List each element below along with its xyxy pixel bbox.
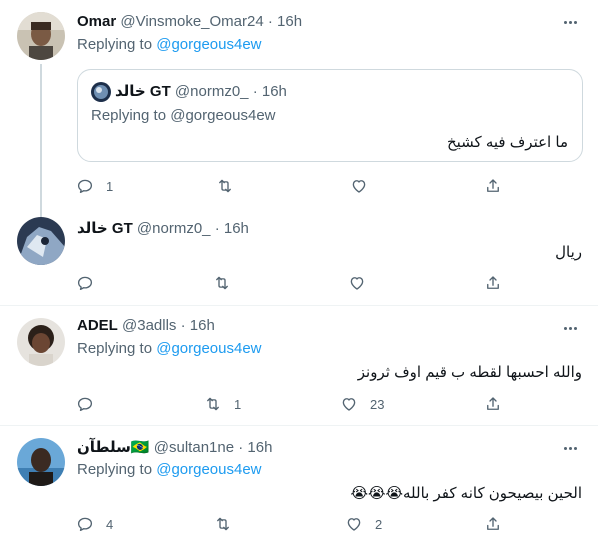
- handle: @normz0_: [174, 83, 249, 100]
- retweet-button[interactable]: [216, 176, 246, 196]
- handle[interactable]: @3adlls: [122, 317, 176, 334]
- reply-count: 4: [106, 516, 114, 532]
- retweet-icon: [216, 276, 228, 290]
- replying-label: Replying to: [77, 36, 153, 53]
- quote-header: خالد GT @normz0_ · 16h: [115, 82, 287, 102]
- timestamp[interactable]: 16h: [190, 317, 215, 334]
- reply-count: 1: [106, 178, 114, 194]
- replying-label: Replying to: [77, 340, 153, 357]
- like-icon: [342, 398, 356, 411]
- tweet-text: الحين بيصيحون كانه كفر بالله😭😭😭: [350, 485, 582, 502]
- dot-separator: ·: [180, 317, 186, 334]
- replying-to: Replying to @gorgeous4ew: [77, 35, 262, 55]
- tweet[interactable]: Omar @Vinsmoke_Omar24 · 16h Replying to …: [0, 0, 598, 219]
- handle[interactable]: @Vinsmoke_Omar24: [120, 13, 263, 30]
- retweet-button[interactable]: [213, 273, 243, 293]
- tweet[interactable]: سلطآن🇧🇷 @sultan1ne · 16h Replying to @go…: [0, 426, 598, 555]
- avatar[interactable]: [17, 318, 65, 366]
- handle[interactable]: @normz0_: [137, 220, 211, 237]
- display-name[interactable]: ADEL: [77, 317, 118, 334]
- reply-button[interactable]: [76, 394, 106, 414]
- like-icon: [352, 180, 366, 193]
- tweet-header: ADEL @3adlls · 16h: [77, 316, 215, 336]
- like-icon: [347, 518, 361, 531]
- tweet-actions: 1: [76, 176, 506, 196]
- replying-label: Replying to: [91, 107, 167, 124]
- quoted-tweet[interactable]: خالد GT @normz0_ · 16h Replying to @gorg…: [77, 69, 583, 162]
- timestamp[interactable]: 16h: [224, 220, 249, 237]
- like-count: 2: [375, 516, 383, 532]
- retweet-icon: [219, 179, 231, 193]
- display-name[interactable]: Omar: [77, 13, 116, 30]
- tweet[interactable]: خالد GT @normz0_ · 16h ريال: [0, 205, 598, 305]
- reply-icon: [77, 517, 93, 532]
- share-icon: [487, 517, 499, 530]
- tweet[interactable]: ADEL @3adlls · 16h Replying to @gorgeous…: [0, 306, 598, 425]
- avatar[interactable]: [17, 12, 65, 60]
- thread-line: [40, 64, 42, 219]
- share-button[interactable]: [484, 176, 502, 196]
- tweet-text: والله احسبها لقطه ب قيم اوف ثرونز: [357, 364, 582, 381]
- timestamp[interactable]: 16h: [277, 13, 302, 30]
- retweet-icon: [207, 397, 219, 411]
- like-count: 23: [370, 396, 385, 412]
- retweet-button[interactable]: 1: [204, 394, 241, 414]
- tweet-actions: 1 23: [76, 394, 506, 414]
- like-button[interactable]: 2: [345, 514, 382, 534]
- mention-text: @gorgeous4ew: [170, 107, 276, 124]
- dot-separator: ·: [267, 13, 273, 30]
- like-button[interactable]: [348, 273, 378, 293]
- reply-button[interactable]: 1: [76, 176, 113, 196]
- avatar[interactable]: [17, 438, 65, 486]
- avatar: [91, 82, 111, 102]
- tweet-header: Omar @Vinsmoke_Omar24 · 16h: [77, 12, 302, 32]
- like-button[interactable]: [350, 176, 380, 196]
- mention-link[interactable]: @gorgeous4ew: [156, 340, 261, 357]
- more-icon[interactable]: [560, 318, 580, 338]
- reply-icon: [77, 179, 93, 194]
- avatar[interactable]: [17, 217, 65, 265]
- tweet-header: خالد GT @normz0_ · 16h: [77, 219, 249, 239]
- more-icon[interactable]: [560, 438, 580, 458]
- replying-to: Replying to @gorgeous4ew: [91, 106, 276, 126]
- share-button[interactable]: [484, 514, 502, 534]
- tweet-actions: [76, 273, 506, 293]
- timestamp: 16h: [261, 83, 287, 100]
- mention-link[interactable]: @gorgeous4ew: [156, 461, 261, 478]
- reply-button[interactable]: [76, 273, 106, 293]
- tweet-header: سلطآن🇧🇷 @sultan1ne · 16h: [77, 438, 272, 458]
- dot-separator: ·: [214, 220, 220, 237]
- replying-label: Replying to: [77, 461, 153, 478]
- reply-icon: [77, 397, 93, 412]
- share-icon: [487, 397, 499, 410]
- handle[interactable]: @sultan1ne: [154, 439, 234, 456]
- share-button[interactable]: [484, 273, 502, 293]
- tweet-actions: 4 2: [76, 514, 506, 534]
- like-button[interactable]: 23: [340, 394, 384, 414]
- replying-to: Replying to @gorgeous4ew: [77, 460, 262, 480]
- replying-to: Replying to @gorgeous4ew: [77, 339, 262, 359]
- quote-text: ما اعترف فيه كشيخ: [446, 134, 568, 151]
- timestamp[interactable]: 16h: [247, 439, 272, 456]
- retweet-count: 1: [234, 396, 242, 412]
- reply-icon: [77, 276, 93, 291]
- retweet-icon: [217, 517, 229, 531]
- tweet-text: ريال: [555, 244, 582, 261]
- share-icon: [487, 276, 499, 289]
- retweet-button[interactable]: [214, 514, 244, 534]
- like-icon: [350, 277, 364, 290]
- display-name[interactable]: خالد GT: [77, 220, 133, 237]
- more-icon[interactable]: [560, 12, 580, 32]
- share-button[interactable]: [484, 394, 502, 414]
- mention-link[interactable]: @gorgeous4ew: [156, 36, 261, 53]
- share-icon: [487, 179, 499, 192]
- reply-button[interactable]: 4: [76, 514, 113, 534]
- dot-separator: ·: [238, 439, 244, 456]
- dot-separator: ·: [252, 83, 258, 100]
- display-name[interactable]: سلطآن🇧🇷: [77, 439, 150, 456]
- display-name: خالد GT: [115, 83, 171, 100]
